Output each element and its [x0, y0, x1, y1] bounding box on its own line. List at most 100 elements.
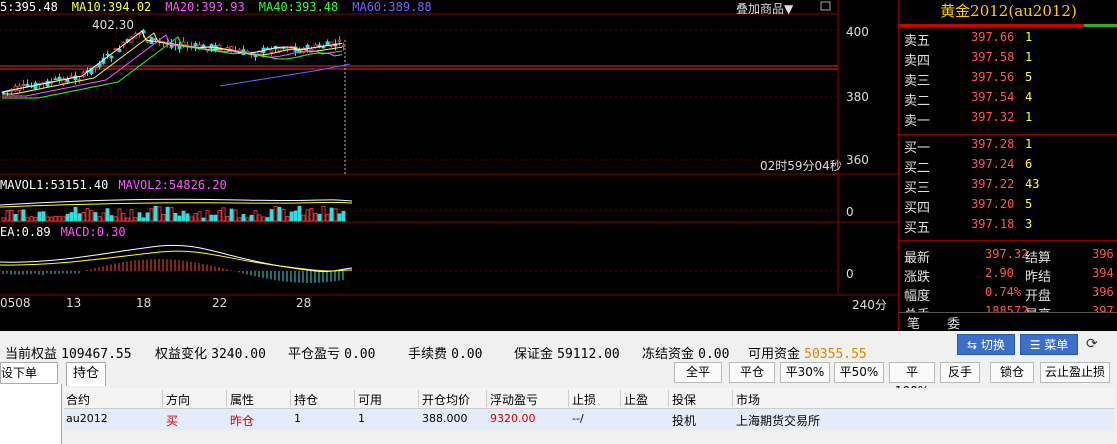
order-entry-button[interactable]: 设下单 [0, 362, 58, 384]
level-label: 买四 [904, 201, 931, 216]
volume-bar [233, 209, 238, 222]
stat-label: 幅度 [904, 289, 931, 304]
volume-bar [93, 212, 98, 222]
account-label: 可用资金 [748, 347, 805, 362]
quote-panel: 黄金2012(au2012) 卖五 397.66 1 卖四 397.58 1 卖三 397.5… [898, 0, 1117, 331]
column-header[interactable]: 属性 [230, 391, 254, 408]
macd-legend: EA:0.89 MACD:0.30 [0, 225, 136, 239]
volume-bar [237, 217, 242, 222]
level-volume: 4 [1025, 90, 1033, 104]
column-header[interactable]: 方向 [166, 391, 190, 408]
volume-bar [177, 215, 182, 222]
volume-bar [129, 208, 134, 222]
positions-header: 合约 方向 属性 持仓 可用 开仓均价 浮动盈亏 止损 止盈 投保 市场 [64, 388, 1114, 409]
volume-bar [101, 212, 106, 222]
bid-level-4[interactable]: 买五 397.18 3 [899, 217, 1117, 237]
stat-label: 涨跌 [904, 270, 931, 285]
bid-level-0[interactable]: 买一 397.28 1 [899, 137, 1117, 157]
column-header[interactable]: 止损 [572, 391, 596, 408]
column-header[interactable]: 止盈 [624, 391, 648, 408]
level-price: 397.66 [971, 30, 1015, 44]
column-header[interactable]: 投保 [672, 391, 696, 408]
volume-legend: MAVOL1:53151.40 MAVOL2:54826.20 [0, 178, 237, 192]
refresh-icon[interactable]: ⟳ [1086, 336, 1098, 352]
position-action-button[interactable]: 全平 [674, 362, 722, 383]
position-action-button[interactable]: 平100% [889, 362, 935, 398]
period-label[interactable]: 240分 [852, 296, 887, 313]
volume-bar [125, 217, 130, 222]
ask-level-4[interactable]: 卖一 397.32 1 [899, 110, 1117, 130]
stat-row: 幅度 0.74% 开盘 396 [899, 285, 1117, 305]
account-item: 冻结资金 0.00 [642, 343, 729, 362]
price-tick-380: 380 [846, 90, 869, 104]
candle [109, 55, 114, 63]
level-price: 397.56 [971, 70, 1015, 84]
column-header[interactable]: 市场 [736, 391, 760, 408]
restore-icon[interactable] [820, 1, 831, 11]
level-price: 397.58 [971, 50, 1015, 64]
account-item: 权益变化 3240.00 [155, 343, 266, 362]
volume-bar [329, 207, 334, 222]
table-cell: 买 [166, 414, 179, 428]
level-price: 397.54 [971, 90, 1015, 104]
column-divider [226, 390, 227, 407]
account-item: 保证金 59112.00 [514, 343, 620, 362]
column-header[interactable]: 开仓均价 [422, 391, 470, 408]
x-tick-13: 13 [66, 296, 82, 310]
candle [193, 41, 198, 52]
tab-positions[interactable]: 持仓 [66, 362, 106, 386]
position-action-button[interactable]: 云止盈止损 [1040, 362, 1110, 383]
switch-button[interactable]: ⇆ 切换 [957, 334, 1015, 355]
volume-bar [145, 212, 150, 222]
ask-level-0[interactable]: 卖五 397.66 1 [899, 30, 1117, 50]
volume-bar [41, 211, 46, 222]
ma-legend-item-1: MA10:394.02 [71, 0, 152, 14]
volume-bar [213, 214, 218, 222]
bid-level-3[interactable]: 买四 397.20 5 [899, 197, 1117, 217]
volume-bar [77, 213, 82, 222]
position-action-button[interactable]: 锁仓 [990, 362, 1034, 383]
volume-bar [33, 216, 38, 222]
volume-bar [65, 213, 70, 222]
column-header[interactable]: 持仓 [294, 391, 318, 408]
position-action-button[interactable]: 平30% [780, 362, 830, 383]
bid-level-1[interactable]: 买二 397.24 6 [899, 157, 1117, 177]
volume-bar [341, 210, 346, 222]
bid-level-2[interactable]: 买三 397.22 43 [899, 177, 1117, 197]
kline-chart[interactable]: 5:395.48 MA10:394.02 MA20:393.93 MA40:393.4… [0, 0, 898, 313]
tab-ticks[interactable]: 笔 [907, 313, 920, 331]
volume-bar [185, 213, 190, 222]
ask-level-2[interactable]: 卖三 397.56 5 [899, 70, 1117, 90]
position-action-button[interactable]: 平50% [834, 362, 884, 383]
volume-bar [325, 213, 330, 222]
column-header[interactable]: 合约 [66, 391, 90, 408]
table-cell: au2012 [66, 412, 108, 425]
ask-level-1[interactable]: 卖四 397.58 1 [899, 50, 1117, 70]
level-label: 买二 [904, 161, 931, 176]
candle [273, 45, 278, 53]
volume-bar [165, 206, 170, 222]
table-row[interactable]: au2012 买 昨仓 1 1 388.000 9320.00 --/ 投机 上海期货交易所 [64, 409, 1114, 430]
macd-tick-0: 0 [846, 267, 854, 281]
ma60-line [219, 63, 351, 87]
overlay-dropdown[interactable]: 叠加商品▼ [736, 0, 793, 17]
menu-button[interactable]: ☰ 菜单 [1020, 334, 1078, 355]
menu-icon: ☰ [1029, 338, 1045, 352]
volume-bar [221, 207, 226, 222]
stat-value-2: 396 [1092, 247, 1114, 261]
position-action-button[interactable]: 反手 [940, 362, 980, 383]
column-header[interactable]: 浮动盈亏 [490, 391, 538, 408]
position-action-button[interactable]: 平仓 [729, 362, 775, 383]
tab-orders[interactable]: 委 [947, 313, 960, 331]
volume-bar [301, 214, 306, 222]
column-header[interactable]: 可用 [358, 391, 382, 408]
account-label: 平仓盈亏 [288, 347, 345, 362]
volume-bar [25, 217, 30, 222]
volume-bar [37, 211, 42, 222]
volume-bar [53, 215, 58, 222]
volume-bar [273, 206, 278, 222]
volume-bar [193, 213, 198, 222]
volume-bar [297, 205, 302, 222]
ask-level-3[interactable]: 卖二 397.54 4 [899, 90, 1117, 110]
volume-bar [313, 212, 318, 222]
